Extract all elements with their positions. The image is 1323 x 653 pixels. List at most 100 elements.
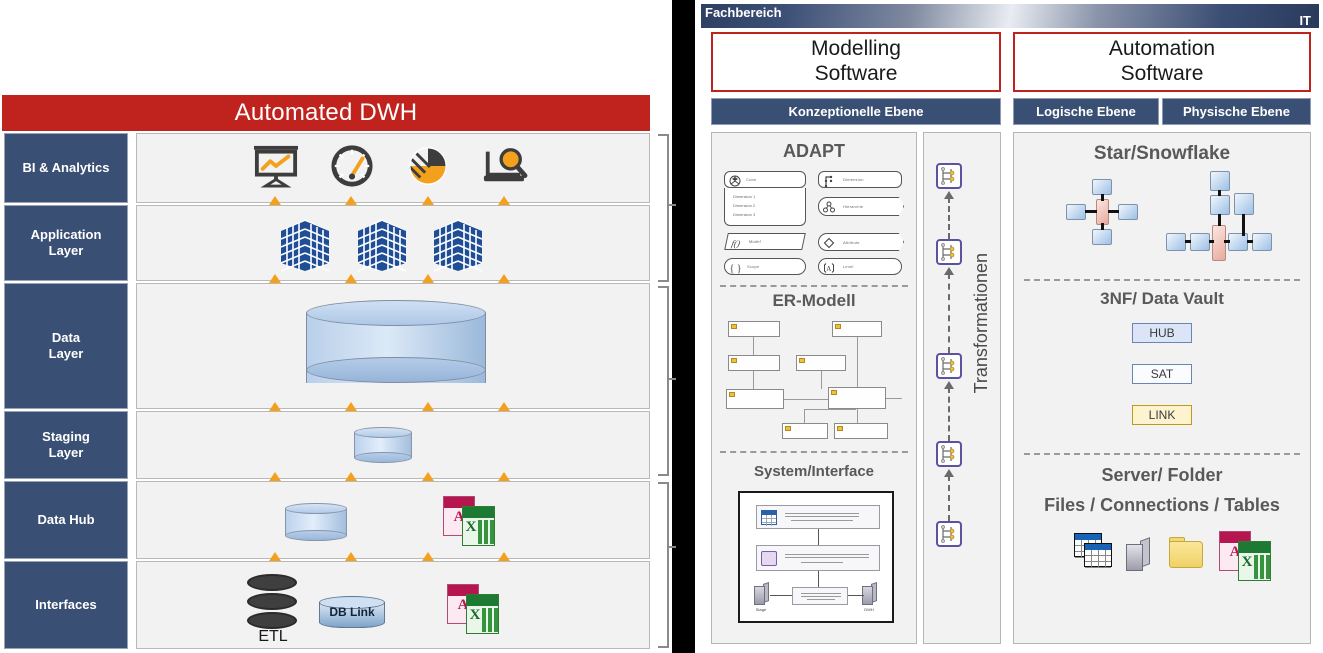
divider-vault-server <box>1024 453 1300 455</box>
automation-software-line2: Software <box>1120 62 1204 85</box>
system-node-sendungen <box>756 505 880 529</box>
er-entity <box>832 321 882 337</box>
adapt-scope-shape[interactable]: { } Scope <box>724 258 806 275</box>
db-link-label: DB Link <box>329 605 375 619</box>
ebene-konzeptionelle[interactable]: Konzeptionelle Ebene <box>711 98 1001 125</box>
layer-label-interfaces[interactable]: Interfaces <box>4 561 128 649</box>
dimension-node <box>1092 179 1112 195</box>
transformation-step-icon[interactable] <box>936 353 962 379</box>
etl-label: ETL <box>258 628 288 645</box>
divider-star-vault <box>1024 279 1300 281</box>
adapt-attribute-shape[interactable]: Attribute <box>818 233 904 251</box>
adapt-hierarchie-shape[interactable]: Hierarchie <box>818 197 904 216</box>
layer-body-bi-analytics <box>136 133 650 203</box>
hierarchy-icon <box>823 201 835 213</box>
speedometer-icon <box>331 145 373 187</box>
brace-top <box>656 133 678 283</box>
diagram-root: Automated DWH BI & Analytics Application… <box>0 0 1323 653</box>
adapt-cube-dim-2: Dimension 2 <box>733 203 756 208</box>
data-vault-sat[interactable]: SAT <box>1132 364 1192 384</box>
snowflake-schema-diagram[interactable] <box>1166 171 1276 267</box>
access-excel-files-icon: A X <box>447 584 499 634</box>
dwh-caption: DWH <box>864 607 874 612</box>
modelling-automation-panel: Fachbereich IT Modelling Software Automa… <box>695 0 1323 653</box>
transformation-flow-icon <box>941 357 955 375</box>
automated-dwh-panel: Automated DWH BI & Analytics Application… <box>0 0 676 653</box>
svg-text:A: A <box>826 265 831 273</box>
transformation-flow-icon <box>941 445 955 463</box>
data-vault-hub-label: HUB <box>1149 326 1175 340</box>
star-schema-diagram[interactable] <box>1066 179 1138 245</box>
scope-icon: { } <box>730 264 742 275</box>
adapt-model-label: Model <box>748 239 762 244</box>
server-folder-title: Server/ Folder <box>1101 465 1223 485</box>
layer-label-text: Interfaces <box>35 596 97 612</box>
transformation-arrow-head <box>944 191 954 199</box>
er-entity <box>726 389 784 409</box>
transformation-step-icon[interactable] <box>936 239 962 265</box>
database-cylinder-small-icon <box>354 427 412 463</box>
adapt-cube-dim-3: Dimension 3 <box>733 212 756 217</box>
automation-software-box[interactable]: Automation Software <box>1013 32 1311 92</box>
adapt-cube-shape[interactable]: Cube <box>724 171 806 188</box>
transformation-flow-icon <box>941 243 955 261</box>
server-icon <box>1126 537 1152 571</box>
ebene-label: Konzeptionelle Ebene <box>788 104 924 119</box>
transformation-arrow-head <box>944 469 954 477</box>
layer-label-staging-layer[interactable]: Staging Layer <box>4 411 128 479</box>
system-interface-diagram[interactable]: Stage DWH <box>738 491 894 623</box>
database-cylinder-large-icon <box>306 300 486 396</box>
adapt-dimension-shape[interactable]: Dimension <box>818 171 902 188</box>
layer-label-data-layer[interactable]: Data Layer <box>4 283 128 409</box>
er-entity <box>728 355 780 371</box>
building-cube-icon <box>280 219 330 272</box>
er-modell-diagram[interactable] <box>722 319 908 441</box>
adapt-scope-label: Scope <box>747 264 760 269</box>
brace-bottom <box>656 481 678 649</box>
transformation-arrow <box>948 475 952 521</box>
ebene-physische[interactable]: Physische Ebene <box>1162 98 1311 125</box>
adapt-dimension-label: Dimension <box>843 177 864 182</box>
system-node-fakturierungen <box>756 545 880 571</box>
er-entity <box>796 355 846 371</box>
layer-label-bi-analytics[interactable]: BI & Analytics <box>4 133 128 203</box>
layer-label-text-line1: Data <box>51 329 81 345</box>
cube-icon <box>729 175 741 187</box>
adapt-level-label: Level <box>843 264 854 269</box>
excel-file-icon: X <box>466 594 499 634</box>
layer-label-text-line1: Staging <box>42 428 90 444</box>
transformation-arrow <box>948 197 952 239</box>
adapt-cube-label: Cube <box>746 177 757 182</box>
modelling-software-line1: Modelling <box>811 37 901 61</box>
level-icon: A <box>824 263 834 273</box>
dimension-node <box>1210 171 1230 191</box>
layer-label-data-hub[interactable]: Data Hub <box>4 481 128 559</box>
dimension-node <box>1190 233 1210 251</box>
laptop-search-icon <box>483 148 528 182</box>
stage-caption: Stage <box>755 607 767 612</box>
dimension-node <box>1228 233 1248 251</box>
fachbereich-it-gradient-bar: Fachbereich IT <box>701 4 1319 28</box>
transformation-step-icon[interactable] <box>936 163 962 189</box>
transformation-column-panel: Transformationen <box>923 132 1001 644</box>
dimension-node <box>1092 229 1112 245</box>
modelling-software-box[interactable]: Modelling Software <box>711 32 1001 92</box>
adapt-model-shape[interactable]: f() Model <box>724 233 806 250</box>
ebene-logische[interactable]: Logische Ebene <box>1013 98 1159 125</box>
adapt-attribute-label: Attribute <box>843 240 860 245</box>
adapt-cube-dimension-list: Dimension 1 Dimension 2 Dimension 3 <box>724 188 806 226</box>
brace-middle <box>656 285 678 477</box>
modelling-software-line2: Software <box>814 62 898 85</box>
data-vault-hub[interactable]: HUB <box>1132 323 1192 343</box>
data-vault-link[interactable]: LINK <box>1132 405 1192 425</box>
access-excel-files-icon: A X <box>1219 531 1271 581</box>
transformation-step-icon[interactable] <box>936 521 962 547</box>
transformation-step-icon[interactable] <box>936 441 962 467</box>
adapt-level-shape[interactable]: A Level <box>818 258 902 275</box>
ebene-label: Physische Ebene <box>1183 104 1290 119</box>
layer-body-data-layer <box>136 283 650 409</box>
layer-body-data-hub: A X <box>136 481 650 559</box>
layer-label-application-layer[interactable]: Application Layer <box>4 205 128 281</box>
transformation-flow-icon <box>941 167 955 185</box>
layer-label-text: BI & Analytics <box>22 159 110 175</box>
